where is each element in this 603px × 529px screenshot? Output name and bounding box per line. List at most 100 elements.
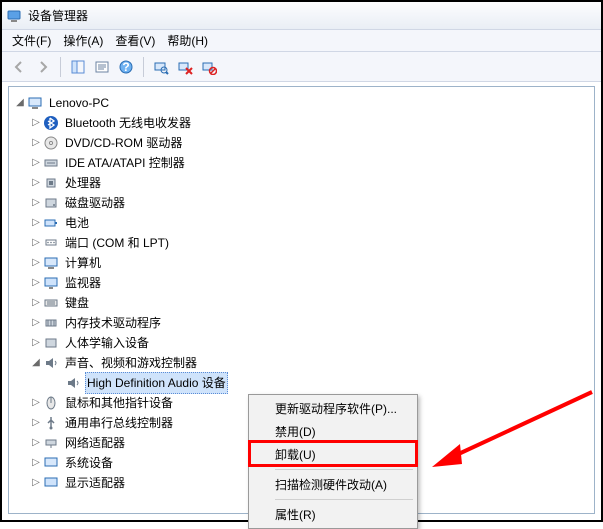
tree-item-label: 键盘 — [63, 292, 91, 314]
tree-item-battery[interactable]: ▷ 电池 — [11, 213, 592, 233]
back-button[interactable] — [8, 56, 30, 78]
tree-item-label: 人体学输入设备 — [63, 332, 151, 354]
tree-item-dvd[interactable]: ▷ DVD/CD-ROM 驱动器 — [11, 133, 592, 153]
display-icon — [43, 475, 59, 491]
tree-item-ide[interactable]: ▷ IDE ATA/ATAPI 控制器 — [11, 153, 592, 173]
tree-item-label: 电池 — [63, 212, 91, 234]
disk-icon — [43, 195, 59, 211]
device-manager-icon — [6, 8, 22, 24]
tree-item-label: High Definition Audio 设备 — [85, 372, 228, 394]
context-menu-update[interactable]: 更新驱动程序软件(P)... — [251, 397, 415, 420]
ide-icon — [43, 155, 59, 171]
tree-item-label: 端口 (COM 和 LPT) — [63, 232, 171, 254]
scan-icon[interactable] — [150, 56, 172, 78]
expand-icon[interactable]: ▷ — [29, 213, 43, 233]
context-menu-disable[interactable]: 禁用(D) — [251, 420, 415, 443]
sound-icon — [43, 355, 59, 371]
port-icon — [43, 235, 59, 251]
tree-item-label: 显示适配器 — [63, 472, 127, 494]
toolbar-separator — [143, 57, 144, 77]
menubar: 文件(F) 操作(A) 查看(V) 帮助(H) — [2, 30, 601, 52]
tree-item-label: 通用串行总线控制器 — [63, 412, 175, 434]
toolbar-separator — [60, 57, 61, 77]
context-menu-scan[interactable]: 扫描检测硬件改动(A) — [251, 473, 415, 496]
cpu-icon — [43, 175, 59, 191]
bluetooth-icon — [43, 115, 59, 131]
expand-icon[interactable]: ▷ — [29, 313, 43, 333]
tree-item-label: Bluetooth 无线电收发器 — [63, 112, 193, 134]
expand-icon[interactable]: ▷ — [29, 333, 43, 353]
tree-item-bluetooth[interactable]: ▷ Bluetooth 无线电收发器 — [11, 113, 592, 133]
tree-item-label: 磁盘驱动器 — [63, 192, 127, 214]
expand-icon[interactable]: ▷ — [29, 133, 43, 153]
expand-icon[interactable]: ▷ — [29, 473, 43, 493]
tree-item-computer[interactable]: ▷ 计算机 — [11, 253, 592, 273]
expand-icon[interactable]: ▷ — [29, 113, 43, 133]
keyboard-icon — [43, 295, 59, 311]
expand-icon[interactable]: ▷ — [29, 233, 43, 253]
context-menu-separator — [275, 469, 413, 470]
menu-action[interactable]: 操作(A) — [57, 30, 109, 51]
view-console-button[interactable] — [67, 56, 89, 78]
dvd-icon — [43, 135, 59, 151]
usb-icon — [43, 415, 59, 431]
tree-item-hid[interactable]: ▷ 人体学输入设备 — [11, 333, 592, 353]
tree-item-hdaudio[interactable]: High Definition Audio 设备 — [11, 373, 592, 393]
toolbar: ? — [2, 52, 601, 82]
tree-item-memtech[interactable]: ▷ 内存技术驱动程序 — [11, 313, 592, 333]
tree-item-label: 监视器 — [63, 272, 103, 294]
tree-item-cpu[interactable]: ▷ 处理器 — [11, 173, 592, 193]
computer-icon — [43, 255, 59, 271]
sound-icon — [65, 375, 81, 391]
tree-item-label: 网络适配器 — [63, 432, 127, 454]
disable-device-icon[interactable] — [198, 56, 220, 78]
expand-icon[interactable]: ▷ — [29, 293, 43, 313]
context-menu-separator — [275, 499, 413, 500]
mouse-icon — [43, 395, 59, 411]
window-title: 设备管理器 — [28, 7, 88, 24]
tree-root-label: Lenovo-PC — [47, 92, 111, 114]
network-icon — [43, 435, 59, 451]
forward-button[interactable] — [32, 56, 54, 78]
properties-button[interactable] — [91, 56, 113, 78]
context-menu-properties[interactable]: 属性(R) — [251, 503, 415, 526]
svg-text:?: ? — [122, 60, 129, 74]
computer-icon — [27, 95, 43, 111]
tree-item-label: 系统设备 — [63, 452, 115, 474]
expand-icon[interactable]: ▷ — [29, 193, 43, 213]
tree-item-disk[interactable]: ▷ 磁盘驱动器 — [11, 193, 592, 213]
menu-file[interactable]: 文件(F) — [6, 30, 57, 51]
monitor-icon — [43, 275, 59, 291]
expand-icon[interactable]: ▷ — [29, 433, 43, 453]
tree-item-label: 鼠标和其他指针设备 — [63, 392, 175, 414]
tree-item-monitor[interactable]: ▷ 监视器 — [11, 273, 592, 293]
battery-icon — [43, 215, 59, 231]
expand-icon[interactable]: ◢ — [13, 93, 27, 113]
expand-icon[interactable]: ▷ — [29, 413, 43, 433]
expand-icon[interactable]: ▷ — [29, 173, 43, 193]
expand-icon[interactable]: ▷ — [29, 393, 43, 413]
tree-item-keyboard[interactable]: ▷ 键盘 — [11, 293, 592, 313]
expand-icon[interactable]: ▷ — [29, 253, 43, 273]
context-menu-uninstall[interactable]: 卸载(U) — [251, 443, 415, 466]
uninstall-device-icon[interactable] — [174, 56, 196, 78]
context-menu: 更新驱动程序软件(P)... 禁用(D) 卸载(U) 扫描检测硬件改动(A) 属… — [248, 394, 418, 529]
memory-icon — [43, 315, 59, 331]
tree-root[interactable]: ◢ Lenovo-PC — [11, 93, 592, 113]
expand-icon[interactable]: ▷ — [29, 153, 43, 173]
titlebar: 设备管理器 — [2, 2, 601, 30]
help-button[interactable]: ? — [115, 56, 137, 78]
tree-item-sound[interactable]: ◢ 声音、视频和游戏控制器 — [11, 353, 592, 373]
tree-item-ports[interactable]: ▷ 端口 (COM 和 LPT) — [11, 233, 592, 253]
tree-item-label: DVD/CD-ROM 驱动器 — [63, 132, 184, 154]
menu-help[interactable]: 帮助(H) — [161, 30, 214, 51]
tree-item-label: 计算机 — [63, 252, 103, 274]
expand-icon[interactable]: ▷ — [29, 453, 43, 473]
system-icon — [43, 455, 59, 471]
expand-icon[interactable]: ▷ — [29, 273, 43, 293]
menu-view[interactable]: 查看(V) — [109, 30, 161, 51]
hid-icon — [43, 335, 59, 351]
tree-item-label: IDE ATA/ATAPI 控制器 — [63, 152, 187, 174]
tree-item-label: 声音、视频和游戏控制器 — [63, 352, 199, 374]
collapse-icon[interactable]: ◢ — [29, 353, 43, 373]
